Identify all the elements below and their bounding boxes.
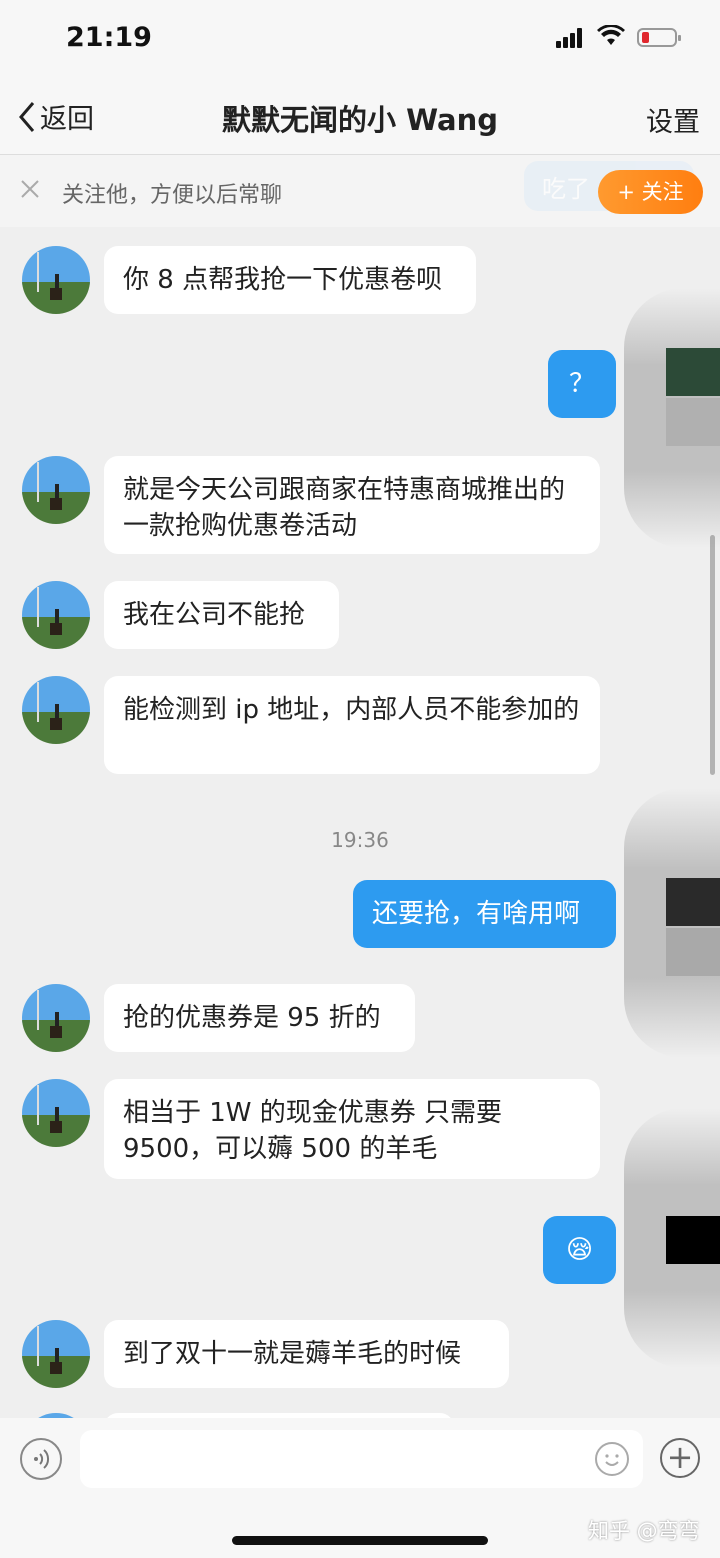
plus-icon[interactable]: + xyxy=(660,1438,700,1478)
watermark: 知乎 @弯弯 xyxy=(588,1519,700,1543)
message-bubble-own: 还要抢，有啥用啊 xyxy=(353,880,616,948)
follow-button[interactable]: + 关注 xyxy=(598,170,703,214)
blurred-avatar xyxy=(624,1108,720,1368)
avatar[interactable] xyxy=(22,246,90,314)
message-bubble: 就是今天公司跟商家在特惠商城推出的一款抢购优惠卷活动 xyxy=(104,456,600,554)
message-bubble: 你 8 点帮我抢一下优惠卷呗 xyxy=(104,246,476,314)
chat-area[interactable]: 你 8 点帮我抢一下优惠卷呗 ？ 就是今天公司跟商家在特惠商城推出的一款抢购优惠… xyxy=(0,228,720,1418)
ghost-text: 吃了 xyxy=(542,175,590,203)
message-bubble: 到了双十一就是薅羊毛的时候 xyxy=(104,1320,509,1388)
nav-bar: 返回 默默无闻的小 Wang 设置 xyxy=(0,80,720,155)
avatar[interactable] xyxy=(22,984,90,1052)
home-indicator xyxy=(232,1536,488,1545)
voice-icon[interactable] xyxy=(20,1438,62,1480)
message-bubble-own: 😪 xyxy=(543,1216,616,1284)
emoji-icon[interactable] xyxy=(595,1442,629,1476)
avatar[interactable] xyxy=(22,1320,90,1388)
status-bar: 21:19 xyxy=(0,0,720,80)
avatar[interactable] xyxy=(22,456,90,524)
follow-prompt: 关注他，方便以后常聊 吃了 + 关注 xyxy=(0,155,720,227)
battery-icon xyxy=(637,28,681,47)
wifi-icon xyxy=(597,25,625,45)
follow-prompt-text: 关注他，方便以后常聊 xyxy=(62,183,283,208)
message-bubble: 我在公司不能抢 xyxy=(104,581,339,649)
close-icon[interactable] xyxy=(20,179,40,199)
settings-button[interactable]: 设置 xyxy=(646,100,700,139)
scrollbar[interactable] xyxy=(710,535,715,775)
status-time: 21:19 xyxy=(66,22,152,53)
avatar[interactable] xyxy=(22,1079,90,1147)
avatar[interactable] xyxy=(22,676,90,744)
page-title: 默默无闻的小 Wang xyxy=(221,103,499,137)
message-bubble: 抢的优惠券是 95 折的 xyxy=(104,984,415,1052)
message-bubble: 相当于 1W 的现金优惠券 只需要 9500，可以薅 500 的羊毛 xyxy=(104,1079,600,1179)
blurred-avatar xyxy=(624,788,720,1058)
message-bubble: 能检测到 ip 地址，内部人员不能参加的 xyxy=(104,676,600,774)
message-input[interactable] xyxy=(80,1430,643,1488)
blurred-avatar xyxy=(624,288,720,548)
avatar[interactable] xyxy=(22,581,90,649)
message-bubble-own: ？ xyxy=(548,350,616,418)
signal-icon xyxy=(556,28,586,48)
message-timestamp: 19:36 xyxy=(331,828,389,852)
